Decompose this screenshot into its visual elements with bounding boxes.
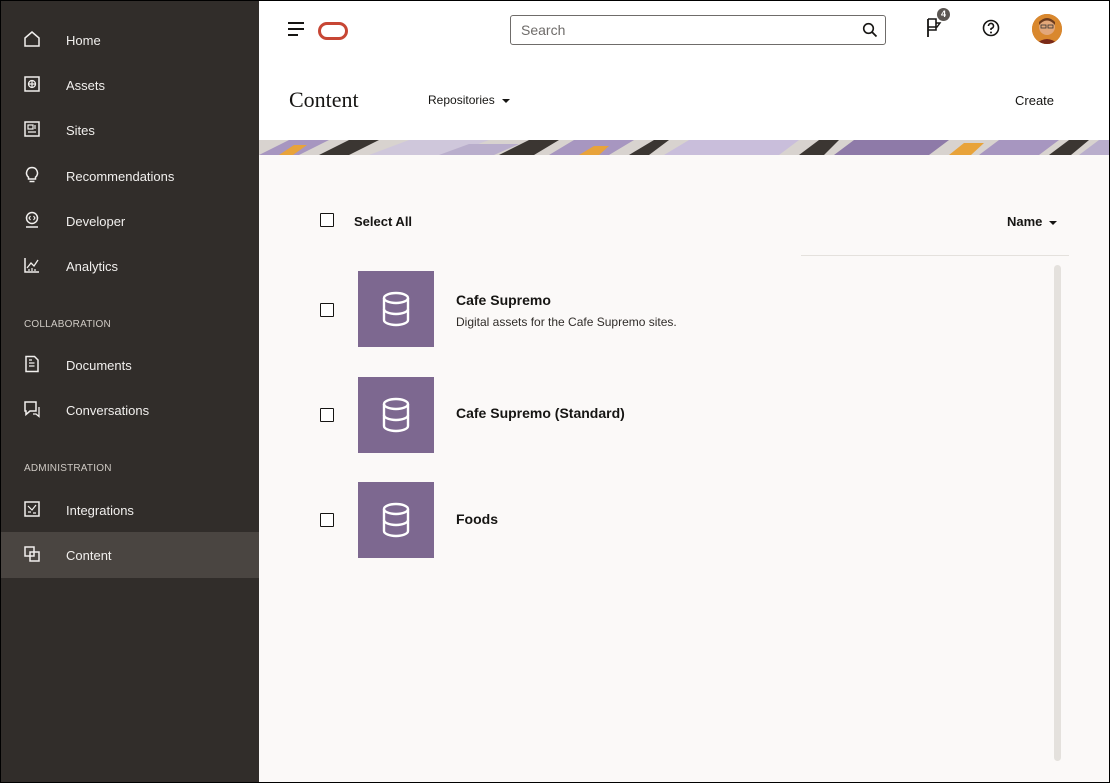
sidebar-item-label: Integrations [66, 502, 134, 518]
search-field [510, 15, 886, 45]
analytics-icon [24, 258, 39, 273]
notification-badge: 4 [937, 8, 950, 21]
section-label-administration: ADMINISTRATION [24, 463, 112, 474]
repository-name[interactable]: Foods [456, 511, 498, 527]
repository-tile[interactable] [358, 482, 434, 558]
repository-name[interactable]: Cafe Supremo (Standard) [456, 405, 625, 421]
repositories-dropdown[interactable]: Repositories [428, 93, 510, 107]
help-icon[interactable] [981, 18, 1001, 38]
sidebar-item-label: Sites [66, 122, 95, 138]
search-input[interactable] [511, 16, 851, 44]
sidebar-item-label: Conversations [66, 402, 150, 418]
sidebar-item-label: Documents [66, 357, 132, 373]
sidebar-item-integrations[interactable]: Integrations [1, 487, 259, 533]
sidebar-item-sites[interactable]: Sites [1, 107, 259, 153]
repository-checkbox[interactable] [320, 408, 334, 422]
oracle-logo[interactable] [318, 22, 348, 40]
repository-checkbox[interactable] [320, 303, 334, 317]
sidebar-item-developer[interactable]: Developer [1, 198, 259, 244]
hamburger-menu-icon[interactable] [288, 22, 304, 36]
repository-description: Digital assets for the Cafe Supremo site… [456, 315, 677, 329]
divider [801, 255, 1069, 256]
repository-name[interactable]: Cafe Supremo [456, 292, 551, 308]
sidebar: Home Assets Sites Recommendations Develo… [1, 1, 259, 782]
database-icon [382, 397, 410, 433]
app-window: Home Assets Sites Recommendations Develo… [0, 0, 1110, 783]
home-icon [24, 31, 40, 47]
sidebar-item-conversations[interactable]: Conversations [1, 387, 259, 433]
section-label-collaboration: COLLABORATION [24, 319, 111, 330]
repository-checkbox[interactable] [320, 513, 334, 527]
sidebar-item-documents[interactable]: Documents [1, 342, 259, 388]
integrations-icon [24, 501, 40, 517]
database-icon [382, 291, 410, 327]
documents-icon [25, 355, 39, 373]
sidebar-item-label: Recommendations [66, 168, 175, 184]
sites-icon [24, 121, 40, 137]
chevron-down-icon [501, 98, 510, 103]
sidebar-item-label: Analytics [66, 258, 119, 274]
repository-tile[interactable] [358, 271, 434, 347]
repositories-label: Repositories [428, 93, 495, 107]
select-all-checkbox[interactable] [320, 213, 334, 227]
sidebar-item-content[interactable]: Content [1, 532, 259, 578]
sidebar-item-label: Developer [66, 213, 126, 229]
sidebar-item-label: Assets [66, 77, 106, 93]
sidebar-item-label: Content [66, 547, 112, 563]
developer-icon [25, 211, 39, 228]
create-button[interactable]: Create [1015, 93, 1054, 108]
sort-label: Name [1007, 214, 1043, 229]
sidebar-item-analytics[interactable]: Analytics [1, 243, 259, 289]
top-bar: 4 [259, 1, 1109, 56]
sidebar-item-recommendations[interactable]: Recommendations [1, 153, 259, 199]
select-all-label[interactable]: Select All [354, 214, 412, 229]
sort-dropdown[interactable]: Name [1007, 214, 1058, 229]
content-icon [24, 546, 40, 562]
notifications-button[interactable]: 4 [923, 7, 953, 39]
sidebar-item-label: Home [66, 32, 101, 48]
chevron-down-icon [1049, 220, 1058, 225]
sidebar-item-home[interactable]: Home [1, 17, 259, 63]
decorative-banner [259, 140, 1109, 155]
avatar-image [1032, 14, 1062, 44]
scrollbar[interactable] [1054, 265, 1061, 761]
sidebar-item-assets[interactable]: Assets [1, 62, 259, 108]
repository-list-area [259, 155, 1109, 782]
user-avatar[interactable] [1032, 14, 1062, 44]
conversations-icon [24, 401, 40, 418]
database-icon [382, 502, 410, 538]
lightbulb-icon [25, 166, 39, 183]
repository-tile[interactable] [358, 377, 434, 453]
page-title: Content [289, 87, 359, 112]
assets-icon [24, 76, 40, 92]
search-icon[interactable] [862, 22, 878, 38]
